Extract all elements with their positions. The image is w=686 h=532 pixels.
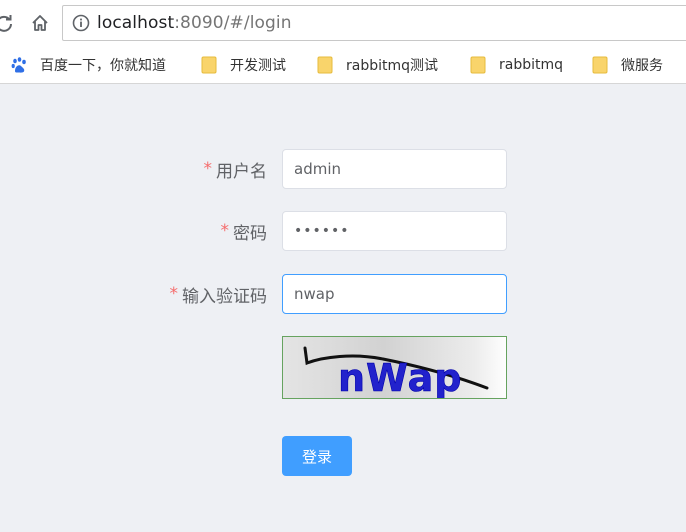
bookmark-rabbitmq[interactable]: rabbitmq xyxy=(469,54,563,76)
bookmark-rabbitmq-test[interactable]: rabbitmq测试 xyxy=(316,54,438,76)
bookmark-baidu[interactable]: 百度一下，你就知道 xyxy=(10,54,166,76)
password-label: * 密码 xyxy=(221,211,268,251)
captcha-label: * 输入验证码 xyxy=(170,274,268,314)
password-label-text: 密码 xyxy=(233,223,267,244)
username-label-text: 用户名 xyxy=(216,161,267,182)
url-text: localhost:8090/#/login xyxy=(97,13,292,33)
bookmark-label: 百度一下，你就知道 xyxy=(40,58,166,74)
address-bar[interactable]: localhost:8090/#/login xyxy=(62,5,686,41)
password-input[interactable] xyxy=(282,211,507,251)
bookmark-microservice[interactable]: 微服务 xyxy=(591,54,663,76)
url-host: localhost xyxy=(97,13,175,33)
bookmark-label: 微服务 xyxy=(621,58,663,74)
login-button[interactable]: 登录 xyxy=(282,436,352,476)
bookmarks-bar: 百度一下，你就知道 开发测试 rabbitmq测试 rabbitmq 微服务 xyxy=(0,46,686,84)
captcha-text: nWap xyxy=(338,356,462,399)
folder-icon xyxy=(469,56,487,74)
username-input[interactable] xyxy=(282,149,507,189)
captcha-input[interactable] xyxy=(282,274,507,314)
required-mark: * xyxy=(203,159,213,179)
bookmark-label: rabbitmq xyxy=(499,57,564,73)
baidu-paw-icon xyxy=(10,56,28,74)
folder-icon xyxy=(316,56,334,74)
bookmark-dev-test[interactable]: 开发测试 xyxy=(200,54,286,76)
folder-icon xyxy=(591,56,609,74)
captcha-image[interactable]: nWap xyxy=(282,336,507,399)
bookmark-label: rabbitmq测试 xyxy=(346,58,439,74)
required-mark: * xyxy=(220,221,230,241)
captcha-label-text: 输入验证码 xyxy=(182,286,267,307)
required-mark: * xyxy=(169,284,179,304)
browser-toolbar: localhost:8090/#/login xyxy=(0,0,686,46)
reload-icon[interactable] xyxy=(0,11,16,35)
username-label: * 用户名 xyxy=(204,149,268,189)
home-icon[interactable] xyxy=(28,11,52,35)
info-icon[interactable] xyxy=(71,13,91,33)
bookmark-label: 开发测试 xyxy=(230,58,286,74)
url-path: :8090/#/login xyxy=(174,13,292,33)
folder-icon xyxy=(200,56,218,74)
